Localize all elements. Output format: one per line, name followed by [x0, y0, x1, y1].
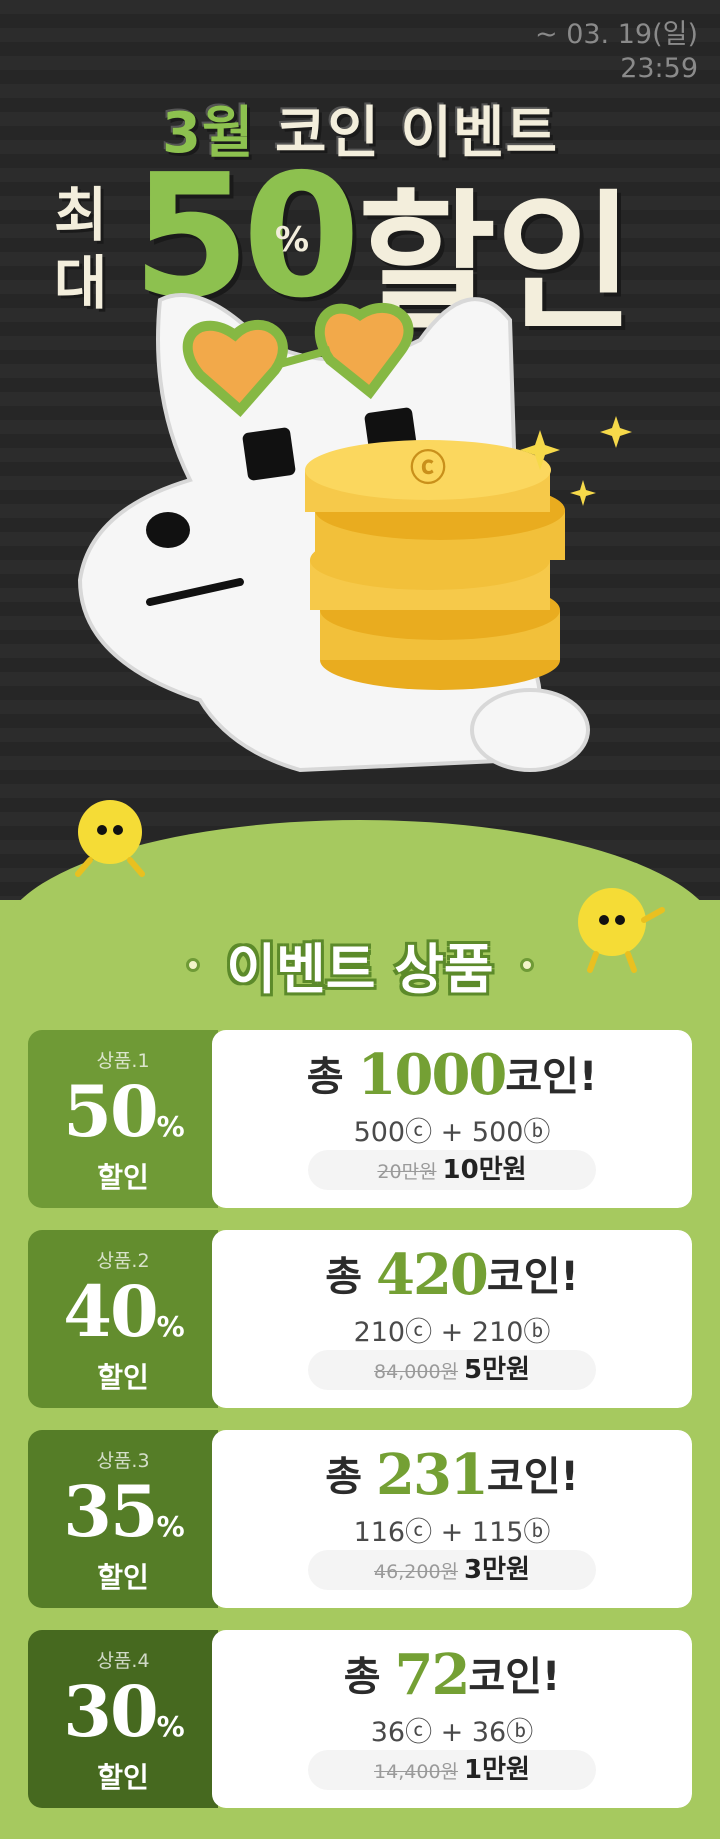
- product-details: 총 231코인! 116ⓒ + 115ⓑ 46,200원 3만원: [212, 1430, 692, 1608]
- coin-total: 총 72코인!: [343, 1642, 561, 1708]
- event-deadline: ~ 03. 19(일) 23:59: [535, 18, 698, 86]
- hero-banner: ~ 03. 19(일) 23:59 3월 코인 이벤트 최 대 50 % 할인: [0, 0, 720, 900]
- coin-split: 500ⓒ + 500ⓑ: [353, 1117, 551, 1148]
- headline-percent: %: [275, 220, 310, 260]
- discount-percent: 35%: [63, 1470, 184, 1553]
- original-price: 46,200원: [374, 1561, 459, 1583]
- discount-badge: 상품.1 50% 할인: [28, 1030, 218, 1208]
- original-price: 84,000원: [374, 1361, 459, 1383]
- product-details: 총 420코인! 210ⓒ + 210ⓑ 84,000원 5만원: [212, 1230, 692, 1408]
- product-card-4[interactable]: 상품.4 30% 할인 총 72코인! 36ⓒ + 36ⓑ 14,400원 1만원: [28, 1630, 692, 1808]
- sale-price: 3만원: [464, 1555, 530, 1585]
- deadline-date: ~ 03. 19(일): [535, 19, 698, 50]
- discount-badge: 상품.2 40% 할인: [28, 1230, 218, 1408]
- product-label: 상품.4: [96, 1650, 150, 1672]
- title-dot-icon: [519, 957, 534, 972]
- deadline-time: 23:59: [620, 53, 698, 84]
- coin-total: 총 231코인!: [325, 1442, 579, 1508]
- product-label: 상품.2: [96, 1250, 150, 1272]
- section-title-text: 이벤트 상품: [226, 938, 494, 1001]
- coin-split: 116ⓒ + 115ⓑ: [353, 1517, 551, 1548]
- price-pill: 46,200원 3만원: [308, 1550, 596, 1590]
- price-pill: 20만원 10만원: [308, 1150, 596, 1190]
- original-price: 14,400원: [374, 1761, 459, 1783]
- discount-word: 할인: [97, 1761, 149, 1794]
- product-card-2[interactable]: 상품.2 40% 할인 총 420코인! 210ⓒ + 210ⓑ 84,000원…: [28, 1230, 692, 1408]
- discount-percent: 40%: [63, 1270, 184, 1353]
- discount-percent: 50%: [63, 1070, 184, 1153]
- coin-total: 총 420코인!: [325, 1242, 579, 1308]
- discount-word: 할인: [97, 1561, 149, 1594]
- discount-badge: 상품.3 35% 할인: [28, 1430, 218, 1608]
- yellow-chick-icon: [75, 800, 145, 877]
- coin-split: 210ⓒ + 210ⓑ: [353, 1317, 551, 1348]
- sale-price: 10만원: [442, 1155, 527, 1185]
- discount-word: 할인: [97, 1161, 149, 1194]
- product-label: 상품.3: [96, 1450, 150, 1472]
- sale-price: 5만원: [464, 1355, 530, 1385]
- product-card-1[interactable]: 상품.1 50% 할인 총 1000코인! 500ⓒ + 500ⓑ 20만원 10…: [28, 1030, 692, 1208]
- product-card-3[interactable]: 상품.3 35% 할인 총 231코인! 116ⓒ + 115ⓑ 46,200원…: [28, 1430, 692, 1608]
- product-label: 상품.1: [96, 1050, 150, 1072]
- discount-word: 할인: [97, 1361, 149, 1394]
- original-price: 20만원: [377, 1161, 437, 1183]
- price-pill: 84,000원 5만원: [308, 1350, 596, 1390]
- svg-text:ⓒ: ⓒ: [410, 448, 446, 489]
- product-details: 총 72코인! 36ⓒ + 36ⓑ 14,400원 1만원: [212, 1630, 692, 1808]
- section-title: 이벤트 상품: [0, 925, 720, 1004]
- coin-split: 36ⓒ + 36ⓑ: [370, 1717, 534, 1748]
- discount-percent: 30%: [63, 1670, 184, 1753]
- coin-total: 총 1000코인!: [306, 1042, 598, 1108]
- discount-badge: 상품.4 30% 할인: [28, 1630, 218, 1808]
- price-pill: 14,400원 1만원: [308, 1750, 596, 1790]
- title-dot-icon: [186, 957, 201, 972]
- sale-price: 1만원: [464, 1755, 530, 1785]
- coin-stack-icon: ⓒ: [305, 440, 565, 690]
- product-details: 총 1000코인! 500ⓒ + 500ⓑ 20만원 10만원: [212, 1030, 692, 1208]
